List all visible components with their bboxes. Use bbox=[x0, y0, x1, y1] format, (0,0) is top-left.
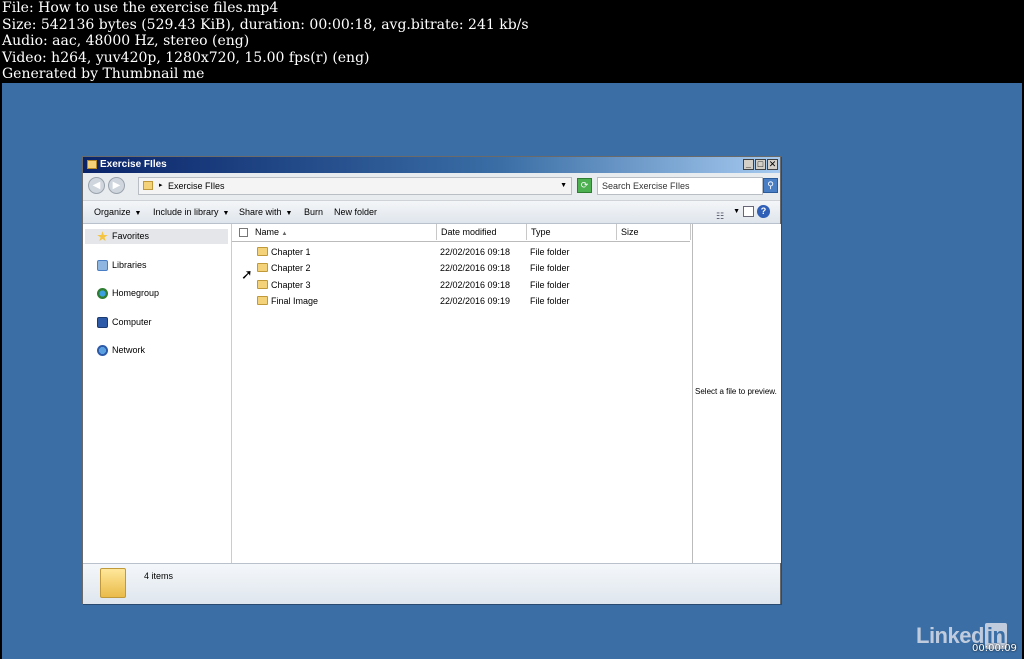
file-name: Chapter 2 bbox=[271, 263, 311, 273]
video-info-generator: Generated by Thumbnail me bbox=[2, 66, 205, 82]
file-name: Final Image bbox=[271, 296, 319, 306]
back-button[interactable]: ◀ bbox=[88, 177, 105, 194]
include-in-library-label: Include in library bbox=[153, 207, 219, 217]
column-header: Name ▲ Date modified Type Size bbox=[232, 224, 691, 242]
window-title: Exercise FIles bbox=[100, 159, 167, 170]
nav-label: Homegroup bbox=[112, 288, 160, 298]
file-name: Chapter 3 bbox=[271, 280, 311, 290]
column-type[interactable]: Type bbox=[527, 224, 617, 240]
network-icon bbox=[97, 345, 108, 357]
refresh-button[interactable]: ⟳ bbox=[577, 178, 592, 193]
folder-icon bbox=[87, 160, 97, 169]
preview-message: Select a file to preview. bbox=[695, 387, 777, 396]
folder-icon bbox=[257, 296, 268, 305]
address-row: ◀ ▶ ▸ Exercise FIles ▼ ⟳ Search Exercise… bbox=[83, 173, 780, 201]
navigation-pane: Favorites Libraries Homegroup Computer N… bbox=[83, 224, 232, 563]
nav-item-homegroup[interactable]: Homegroup bbox=[97, 285, 159, 301]
maximize-button[interactable]: □ bbox=[755, 159, 766, 170]
list-item[interactable]: Chapter 1 22/02/2016 09:18 File folder bbox=[232, 244, 690, 260]
computer-icon bbox=[97, 317, 108, 329]
preview-pane-button[interactable] bbox=[743, 206, 754, 217]
file-name: Chapter 1 bbox=[271, 247, 311, 257]
help-icon[interactable]: ? bbox=[757, 205, 770, 218]
views-icon[interactable]: ☷ bbox=[716, 205, 730, 221]
file-type: File folder bbox=[530, 263, 570, 273]
nav-item-computer[interactable]: Computer bbox=[97, 314, 152, 330]
desktop: Exercise FIles _ □ ✕ ◀ ▶ ▸ Exercise FIle… bbox=[2, 83, 1022, 659]
breadcrumb[interactable]: Exercise FIles bbox=[168, 178, 225, 194]
star-icon bbox=[97, 231, 108, 242]
preview-pane: Select a file to preview. bbox=[692, 224, 781, 563]
file-type: File folder bbox=[530, 280, 570, 290]
file-date: 22/02/2016 09:18 bbox=[440, 263, 511, 273]
file-date: 22/02/2016 09:19 bbox=[440, 296, 511, 306]
column-date-modified[interactable]: Date modified bbox=[437, 224, 527, 240]
search-icon[interactable]: ⚲ bbox=[763, 178, 778, 193]
nav-label: Favorites bbox=[112, 231, 150, 241]
video-info-header: File: How to use the exercise files.mp4 … bbox=[0, 0, 1024, 82]
file-date: 22/02/2016 09:18 bbox=[440, 247, 511, 257]
list-item[interactable]: Final Image 22/02/2016 09:19 File folder bbox=[232, 293, 690, 309]
list-item[interactable]: Chapter 3 22/02/2016 09:18 File folder bbox=[232, 277, 690, 293]
folder-icon bbox=[100, 568, 126, 598]
chevron-down-icon: ▼ bbox=[134, 210, 142, 217]
homegroup-icon bbox=[97, 288, 108, 300]
search-input[interactable]: Search Exercise FIles bbox=[597, 177, 763, 195]
share-with-label: Share with bbox=[239, 207, 282, 217]
video-info-size: Size: 542136 bytes (529.43 KiB), duratio… bbox=[2, 16, 529, 33]
folder-icon bbox=[143, 181, 153, 190]
nav-label: Network bbox=[112, 345, 146, 355]
command-bar: Organize ▼ Include in library ▼ Share with… bbox=[83, 201, 780, 224]
list-item[interactable]: Chapter 2 22/02/2016 09:18 File folder bbox=[232, 260, 690, 276]
organize-button[interactable]: Organize ▼ bbox=[94, 201, 141, 225]
share-with-button[interactable]: Share with ▼ bbox=[239, 201, 292, 225]
chevron-down-icon[interactable]: ▼ bbox=[733, 201, 740, 223]
video-info-file: File: How to use the exercise files.mp4 bbox=[2, 0, 279, 16]
organize-label: Organize bbox=[94, 207, 131, 217]
new-folder-button[interactable]: New folder bbox=[334, 201, 377, 223]
timecode: 00:00:09 bbox=[972, 643, 1017, 654]
nav-item-network[interactable]: Network bbox=[97, 342, 145, 358]
file-list: Name ▲ Date modified Type Size Chapter 1… bbox=[232, 224, 691, 563]
file-date: 22/02/2016 09:18 bbox=[440, 280, 511, 290]
nav-item-favorites[interactable]: Favorites bbox=[97, 228, 149, 244]
address-bar[interactable]: ▸ Exercise FIles ▼ bbox=[138, 177, 572, 195]
burn-button[interactable]: Burn bbox=[304, 201, 323, 223]
sort-ascending-icon: ▲ bbox=[281, 231, 288, 237]
explorer-window: Exercise FIles _ □ ✕ ◀ ▶ ▸ Exercise FIle… bbox=[82, 156, 781, 604]
include-in-library-button[interactable]: Include in library ▼ bbox=[153, 201, 229, 225]
close-button[interactable]: ✕ bbox=[767, 159, 778, 170]
title-bar[interactable]: Exercise FIles _ □ ✕ bbox=[83, 157, 780, 173]
item-count: 4 items bbox=[144, 571, 174, 581]
nav-label: Computer bbox=[112, 317, 152, 327]
select-all-checkbox[interactable] bbox=[239, 228, 248, 237]
chevron-down-icon[interactable]: ▼ bbox=[560, 178, 567, 194]
nav-item-libraries[interactable]: Libraries bbox=[97, 257, 147, 273]
file-type: File folder bbox=[530, 296, 570, 306]
mouse-cursor-icon: ➚ bbox=[241, 266, 253, 282]
video-info-audio: Audio: aac, 48000 Hz, stereo (eng) bbox=[2, 33, 250, 49]
forward-button[interactable]: ▶ bbox=[108, 177, 125, 194]
file-type: File folder bbox=[530, 247, 570, 257]
column-size[interactable]: Size bbox=[617, 224, 691, 240]
column-name[interactable]: Name ▲ bbox=[250, 224, 437, 240]
video-info-video: Video: h264, yuv420p, 1280x720, 15.00 fp… bbox=[2, 49, 370, 66]
libraries-icon bbox=[97, 260, 108, 272]
details-pane: 4 items bbox=[83, 563, 780, 604]
column-name-label: Name bbox=[255, 227, 280, 237]
window-controls: _ □ ✕ bbox=[743, 159, 778, 170]
minimize-button[interactable]: _ bbox=[743, 159, 754, 170]
breadcrumb-arrow-icon[interactable]: ▸ bbox=[159, 178, 163, 194]
chevron-down-icon: ▼ bbox=[285, 210, 293, 217]
nav-label: Libraries bbox=[112, 260, 147, 270]
folder-icon bbox=[257, 247, 268, 256]
chevron-down-icon: ▼ bbox=[222, 210, 230, 217]
